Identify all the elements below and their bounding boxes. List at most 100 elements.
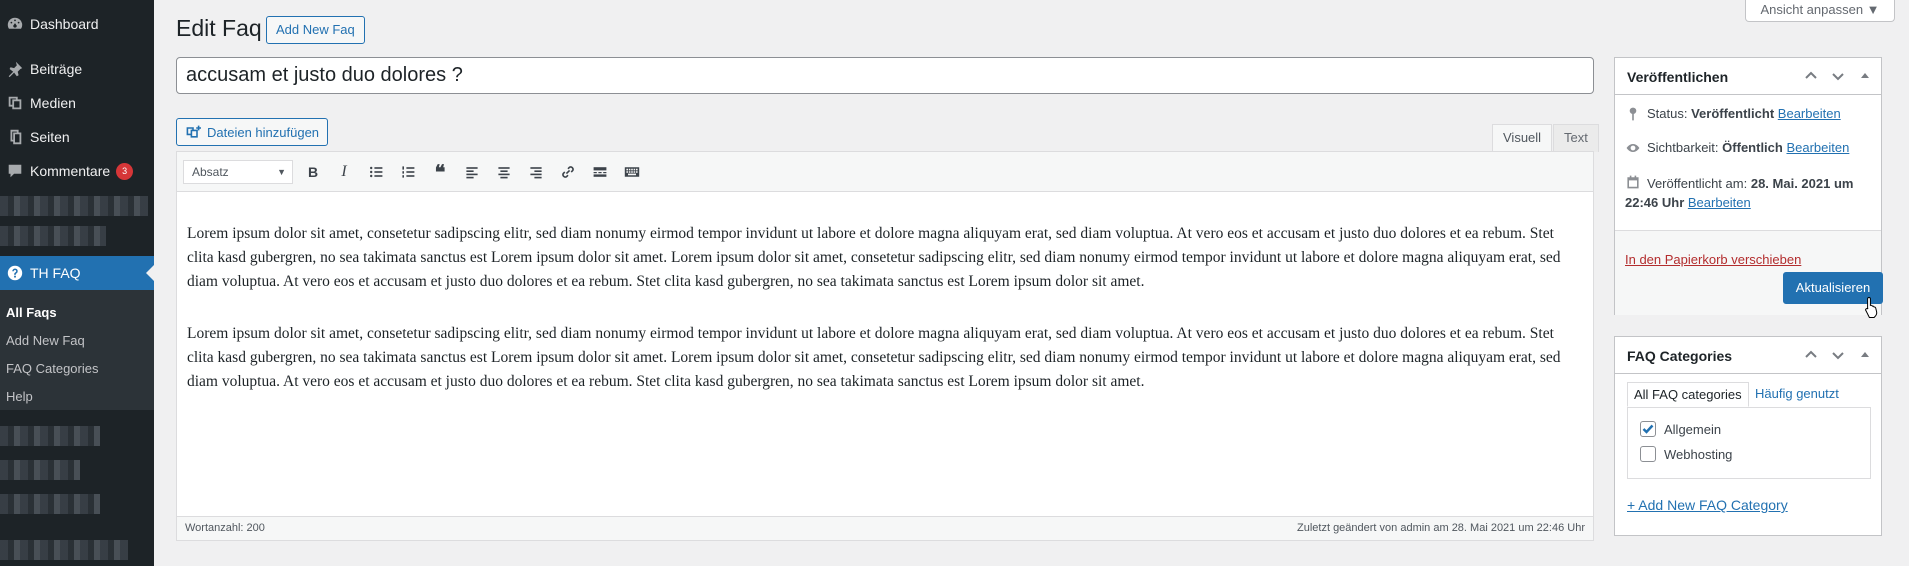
numbered-list-icon: [402, 166, 415, 178]
comment-icon: [0, 162, 30, 180]
category-item-allgemein[interactable]: Allgemein: [1640, 421, 1721, 437]
checkmark-icon: [1642, 424, 1654, 434]
add-media-icon: [186, 125, 201, 138]
align-center-icon: [498, 167, 510, 179]
th-faq-submenu: All Faqs Add New Faq FAQ Categories Help: [0, 290, 154, 410]
calendar-icon: [1627, 175, 1639, 189]
move-up-button[interactable]: [1802, 346, 1820, 364]
media-icon: [0, 94, 30, 112]
visibility-text: Sichtbarkeit: Öffentlich Bearbeiten: [1647, 140, 1849, 155]
submenu-help[interactable]: Help: [6, 389, 33, 404]
pin-icon: [0, 60, 30, 78]
tab-all-faq-categories[interactable]: All FAQ categories: [1627, 382, 1749, 407]
sidebar-item-redacted[interactable]: [0, 540, 128, 560]
published-value: 28. Mai. 2021 um: [1750, 176, 1854, 191]
sidebar-item-beitraege[interactable]: Beiträge: [0, 52, 154, 86]
eye-icon: [1626, 144, 1640, 152]
content-editor: Absatz ▼ B I ❝ Lorem ipsum dolor sit ame…: [176, 151, 1594, 541]
bullet-list-icon: [370, 166, 383, 178]
numbered-list-button[interactable]: [396, 161, 420, 183]
move-to-trash-link[interactable]: In den Papierkorb verschieben: [1625, 252, 1801, 267]
faq-categories-header: FAQ Categories: [1615, 337, 1881, 374]
sidebar-item-th-faq[interactable]: TH FAQ: [0, 256, 154, 290]
italic-button[interactable]: I: [332, 161, 356, 183]
category-checkbox[interactable]: [1640, 446, 1656, 462]
sidebar-item-medien[interactable]: Medien: [0, 86, 154, 120]
pin-icon: [1629, 107, 1637, 121]
status-label: Status:: [1647, 106, 1688, 121]
align-right-button[interactable]: [524, 161, 548, 183]
page-title: Edit Faq: [176, 15, 262, 41]
sidebar-item-redacted[interactable]: [0, 226, 106, 246]
sidebar-label-medien: Medien: [30, 95, 76, 111]
edit-status-link[interactable]: Bearbeiten: [1778, 106, 1841, 121]
format-select[interactable]: Absatz ▼: [183, 160, 293, 184]
add-media-button[interactable]: Dateien hinzufügen: [176, 118, 329, 146]
tab-visual[interactable]: Visuell: [1492, 124, 1553, 152]
status-value: Veröffentlicht: [1691, 106, 1775, 121]
move-down-button[interactable]: [1829, 346, 1847, 364]
bullet-list-button[interactable]: [364, 161, 388, 183]
published-date-text: Veröffentlicht am: 28. Mai. 2021 um: [1647, 174, 1853, 194]
insert-more-button[interactable]: [588, 161, 612, 183]
insert-link-button[interactable]: [556, 161, 580, 183]
toolbar-toggle-button[interactable]: [620, 161, 644, 183]
category-label: Webhosting: [1664, 446, 1733, 462]
chevron-up-icon: [1805, 71, 1817, 79]
triangle-up-icon: [1861, 352, 1869, 357]
sidebar-item-redacted[interactable]: [0, 494, 100, 514]
submenu-all-faqs[interactable]: All Faqs: [6, 305, 57, 320]
sidebar-item-kommentare[interactable]: Kommentare 3: [0, 154, 154, 188]
read-more-icon: [593, 167, 607, 177]
add-new-faq-button[interactable]: Add New Faq: [266, 16, 365, 44]
edit-visibility-link[interactable]: Bearbeiten: [1786, 140, 1849, 155]
pages-icon: [0, 128, 30, 146]
post-title-input[interactable]: accusam et justo duo dolores ?: [176, 57, 1594, 94]
toggle-panel-button[interactable]: [1856, 67, 1874, 85]
help-icon: [0, 264, 30, 282]
word-count: Wortanzahl: 200: [185, 522, 265, 534]
sidebar-item-redacted[interactable]: [0, 196, 148, 216]
tab-most-used[interactable]: Häufig genutzt: [1749, 382, 1845, 405]
chevron-down-icon: [1832, 352, 1844, 360]
toggle-panel-button[interactable]: [1856, 346, 1874, 364]
category-checkbox-checked[interactable]: [1640, 421, 1656, 437]
content-paragraph: Lorem ipsum dolor sit amet, consetetur s…: [187, 225, 1561, 290]
published-time: 22:46 Uhr: [1625, 195, 1685, 210]
chevron-up-icon: [1805, 350, 1817, 358]
sidebar-item-redacted[interactable]: [0, 460, 80, 480]
category-item-webhosting[interactable]: Webhosting: [1640, 446, 1732, 462]
tab-text[interactable]: Text: [1553, 124, 1599, 152]
sidebar-item-redacted[interactable]: [0, 426, 100, 446]
editor-content[interactable]: Lorem ipsum dolor sit amet, consetetur s…: [187, 222, 1577, 422]
publish-box-header: Veröffentlichen: [1615, 58, 1881, 95]
submenu-faq-categories[interactable]: FAQ Categories: [6, 361, 99, 376]
bold-button[interactable]: B: [301, 161, 325, 183]
blockquote-button[interactable]: ❝: [428, 161, 452, 184]
align-center-button[interactable]: [492, 161, 516, 183]
add-new-category-link[interactable]: + Add New FAQ Category: [1627, 497, 1788, 513]
format-select-value: Absatz: [192, 165, 229, 179]
screen-options-button[interactable]: Ansicht anpassen ▼: [1745, 0, 1895, 22]
align-left-button[interactable]: [460, 161, 484, 183]
move-down-button[interactable]: [1829, 67, 1847, 85]
content-paragraph: Lorem ipsum dolor sit amet, consetetur s…: [187, 325, 1561, 390]
sidebar-item-seiten[interactable]: Seiten: [0, 120, 154, 154]
triangle-up-icon: [1861, 73, 1869, 78]
published-label: Veröffentlicht am:: [1647, 176, 1748, 191]
publish-box-title: Veröffentlichen: [1627, 69, 1729, 85]
visibility-value: Öffentlich: [1722, 140, 1783, 155]
sidebar-label-beitraege: Beiträge: [30, 61, 83, 77]
bold-icon: B: [307, 164, 319, 180]
dashboard-icon: [0, 15, 30, 33]
faq-categories-title: FAQ Categories: [1627, 348, 1733, 364]
status-row: Status: Veröffentlicht Bearbeiten: [1625, 106, 1841, 122]
last-edited-info: Zuletzt geändert von admin am 28. Mai 20…: [1297, 522, 1585, 534]
submenu-add-new-faq[interactable]: Add New Faq: [6, 333, 85, 348]
status-text: Status: Veröffentlicht Bearbeiten: [1647, 106, 1841, 121]
edit-date-link[interactable]: Bearbeiten: [1688, 195, 1751, 210]
visibility-row: Sichtbarkeit: Öffentlich Bearbeiten: [1625, 140, 1849, 156]
sidebar-item-dashboard[interactable]: Dashboard: [0, 7, 154, 41]
move-up-button[interactable]: [1802, 67, 1820, 85]
admin-sidebar: Dashboard Beiträge Medien Seiten Komment…: [0, 0, 154, 566]
